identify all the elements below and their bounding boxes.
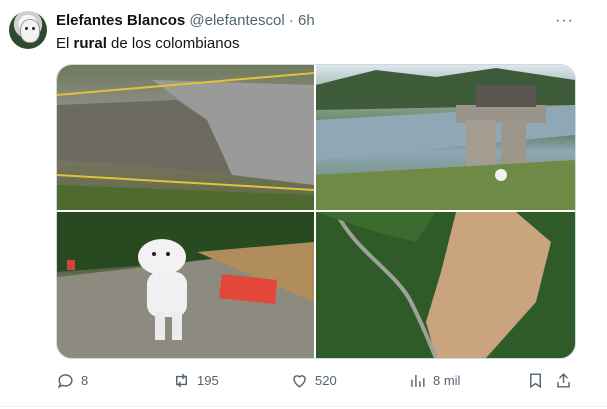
abandoned-bridge-photo[interactable] <box>316 65 575 210</box>
tweet-text-bold: rural <box>73 35 107 52</box>
like-count: 520 <box>315 372 337 388</box>
share-button[interactable] <box>554 369 573 391</box>
landslide-aerial-photo[interactable] <box>316 212 575 358</box>
more-options-icon[interactable]: ··· <box>555 12 574 30</box>
retweet-count: 195 <box>197 372 219 388</box>
reply-count: 8 <box>81 372 89 388</box>
reply-icon <box>57 373 73 388</box>
post-time[interactable]: 6h <box>298 12 315 29</box>
action-bar: 8 195 520 8 mil <box>56 369 574 393</box>
tweet-card[interactable]: Elefantes Blancos @elefantescol · 6h ···… <box>0 0 607 409</box>
avatar[interactable] <box>9 11 47 49</box>
media-grid <box>56 64 576 359</box>
tweet-text-end: de los colombianos <box>106 35 240 52</box>
elephant-avatar-icon <box>20 19 40 43</box>
tweet-header: Elefantes Blancos @elefantescol · 6h <box>56 12 315 29</box>
views-button[interactable]: 8 mil <box>408 369 460 391</box>
bookmark-button[interactable] <box>526 369 545 391</box>
tweet-text: El rural de los colombianos <box>56 35 239 52</box>
retweet-button[interactable]: 195 <box>172 369 219 391</box>
like-button[interactable]: 520 <box>290 369 337 391</box>
author-name[interactable]: Elefantes Blancos <box>56 12 185 29</box>
bottom-divider <box>0 406 607 407</box>
collapsed-road-photo[interactable] <box>57 65 314 210</box>
heart-icon <box>293 374 306 388</box>
share-icon <box>557 372 570 388</box>
tweet-text-start: El <box>56 35 74 52</box>
author-handle[interactable]: @elefantescol <box>189 12 284 29</box>
time-separator: · <box>288 12 294 29</box>
reply-button[interactable]: 8 <box>56 369 88 391</box>
views-count: 8 mil <box>433 372 461 388</box>
elephant-costume-photo[interactable] <box>57 212 314 358</box>
retweet-icon <box>176 373 187 387</box>
views-chart-icon <box>411 374 425 387</box>
bookmark-icon <box>530 372 541 388</box>
